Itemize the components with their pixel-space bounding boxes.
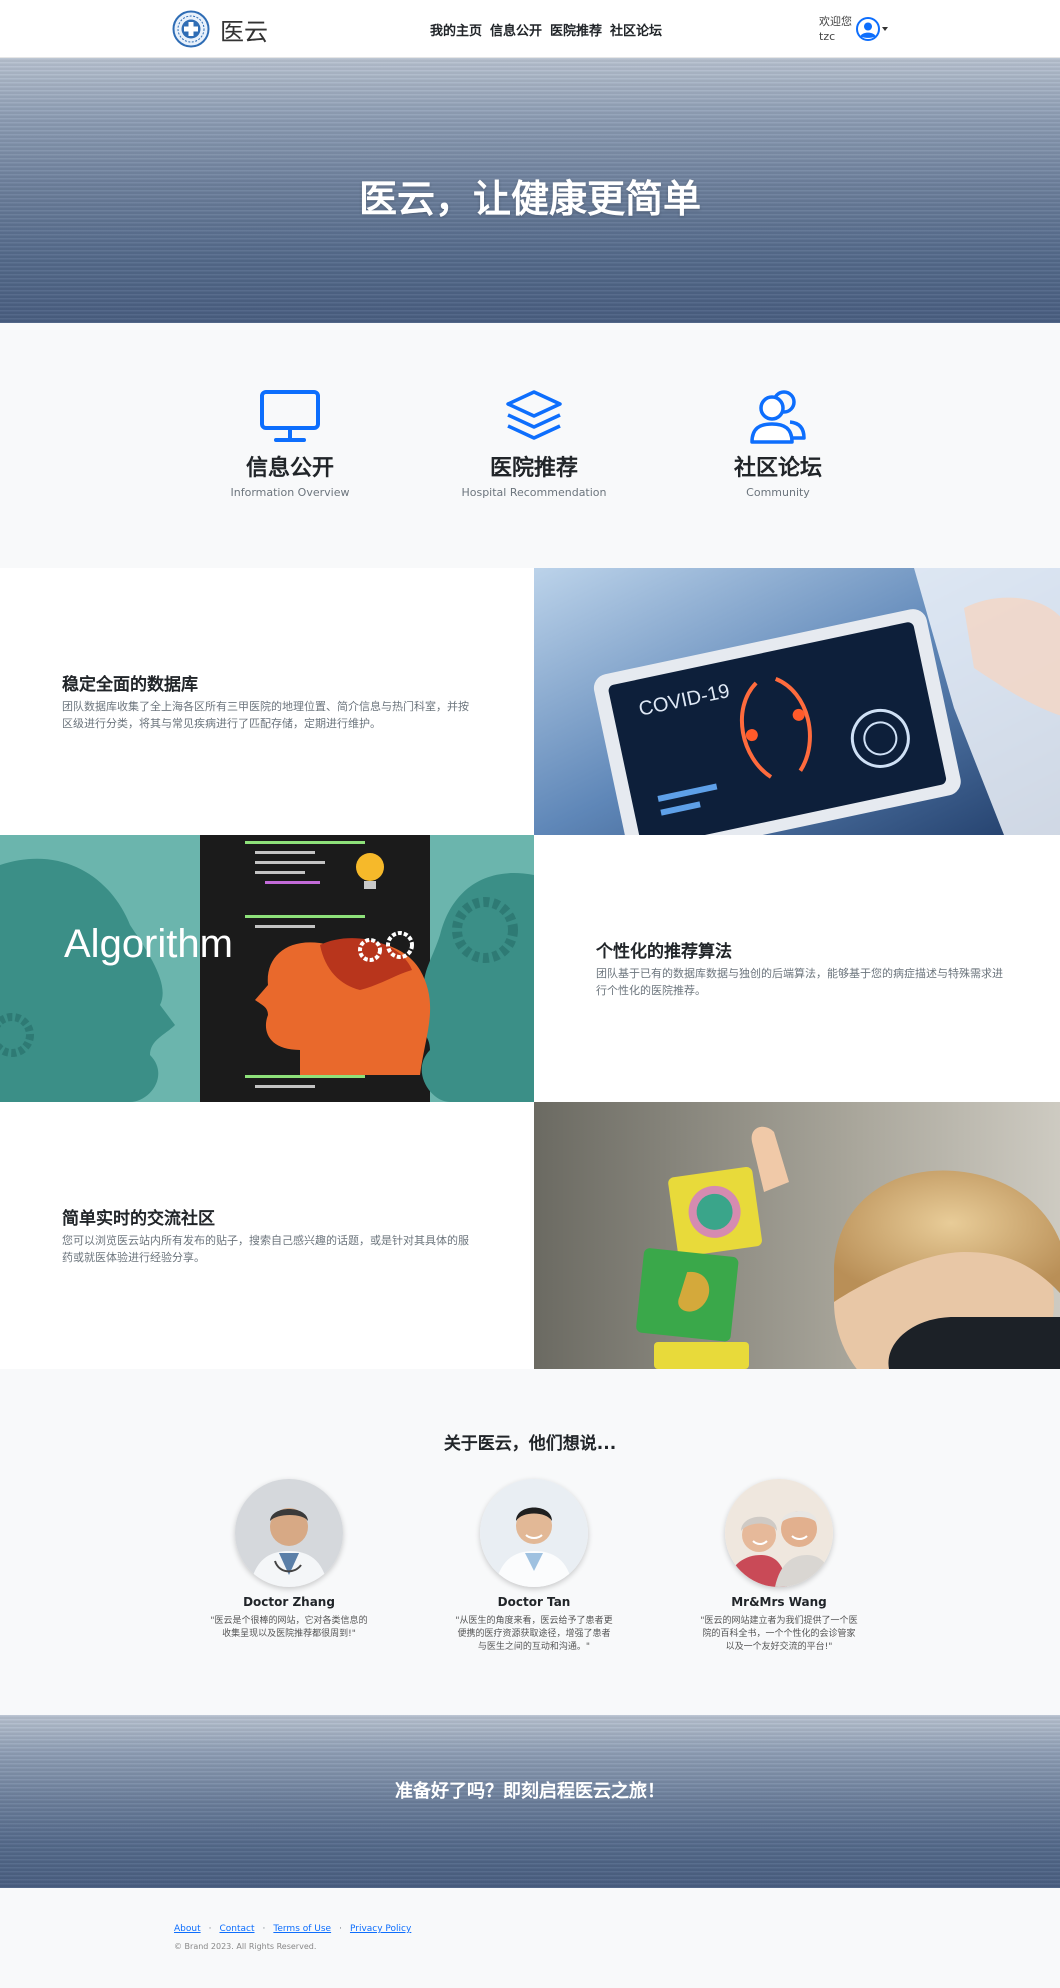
feature-subtitle: Information Overview — [230, 486, 350, 499]
feature-info[interactable]: 信息公开 Information Overview — [190, 388, 390, 499]
showcase-title: 个性化的推荐算法 — [596, 942, 732, 962]
hero-title: 医云，让健康更简单 — [358, 177, 701, 221]
copyright: © Brand 2023. All Rights Reserved. — [174, 1942, 317, 1951]
testimonials-title: 关于医云，他们想说... — [443, 1434, 617, 1454]
showcase-description: 团队数据库收集了全上海各区所有三甲医院的地理位置、简介信息与热门科室，并按区级进… — [62, 700, 469, 730]
feature-title: 医院推荐 — [489, 456, 578, 481]
person-quote: "医云是个很棒的网站，它对各类信息的收集呈现以及医院推荐都很周到!" — [210, 1616, 368, 1639]
welcome-text: 欢迎您 tzc — [819, 14, 852, 44]
layers-icon — [506, 390, 562, 440]
showcase-database: 稳定全面的数据库 团队数据库收集了全上海各区所有三甲医院的地理位置、简介信息与热… — [0, 568, 534, 835]
feature-title: 信息公开 — [245, 456, 334, 481]
features-section: 信息公开 Information Overview 医院推荐 Hospital … — [0, 323, 1060, 568]
medical-logo-icon — [172, 10, 210, 48]
chevron-down-icon — [882, 27, 888, 31]
nav-hospital[interactable]: 医院推荐 — [550, 20, 602, 39]
showcase-description: 团队基于已有的数据库数据与独创的后端算法，能够基于您的病症描述与特殊需求进行个性… — [596, 967, 1003, 997]
separator: · — [339, 1924, 342, 1934]
person-name: Doctor Zhang — [243, 1595, 335, 1609]
footer-link-about[interactable]: About — [174, 1924, 201, 1934]
tablet-image: COVID-19 — [534, 568, 1060, 835]
main-nav: 我的主页 信息公开 医院推荐 社区论坛 — [430, 20, 662, 39]
feature-title: 社区论坛 — [733, 456, 822, 481]
testimonials-section: 关于医云，他们想说... Doctor Zhang "医云是个很棒的网站，它对各… — [0, 1369, 1060, 1715]
welcome-label: 欢迎您 — [819, 15, 852, 28]
user-menu-toggle[interactable] — [856, 17, 888, 41]
person-quote: "从医生的角度来看，医云给予了患者更便携的医疗资源获取途径，增强了患者与医生之间… — [455, 1616, 613, 1652]
monitor-icon — [260, 390, 320, 442]
feature-forum[interactable]: 社区论坛 Community — [678, 388, 878, 499]
footer: About · Contact · Terms of Use · Privacy… — [0, 1888, 1060, 1988]
nav-home[interactable]: 我的主页 — [430, 20, 482, 39]
testimonial-card: Doctor Tan "从医生的角度来看，医云给予了患者更便携的医疗资源获取途径… — [449, 1479, 619, 1654]
feature-hospital[interactable]: 医院推荐 Hospital Recommendation — [434, 388, 634, 499]
navbar: 医云 我的主页 信息公开 医院推荐 社区论坛 欢迎您 tzc — [0, 0, 1060, 58]
testimonial-card: Mr&Mrs Wang "医云的网站建立者为我们提供了一个医院的百科全书，一个个… — [694, 1479, 864, 1654]
person-name: Doctor Tan — [497, 1595, 571, 1609]
footer-link-terms[interactable]: Terms of Use — [273, 1924, 331, 1934]
algorithm-image-text: Algorithm — [64, 922, 233, 966]
feature-subtitle: Hospital Recommendation — [461, 486, 607, 499]
username: tzc — [819, 30, 836, 43]
showcase-title: 稳定全面的数据库 — [62, 675, 198, 695]
brand[interactable]: 医云 — [172, 10, 268, 48]
nav-forum[interactable]: 社区论坛 — [610, 20, 662, 39]
cta-banner: 准备好了吗？即刻启程医云之旅！ — [0, 1715, 1060, 1888]
feature-subtitle: Community — [746, 486, 810, 499]
hero-banner: 医云，让健康更简单 — [0, 58, 1060, 323]
wang-couple-avatar — [725, 1479, 833, 1587]
separator: · — [208, 1924, 212, 1934]
footer-links: About · Contact · Terms of Use · Privacy… — [174, 1924, 411, 1934]
footer-link-contact[interactable]: Contact — [219, 1924, 254, 1934]
algorithm-image: Algorithm — [0, 835, 534, 1102]
footer-link-privacy[interactable]: Privacy Policy — [350, 1924, 411, 1934]
showcase-title: 简单实时的交流社区 — [62, 1209, 215, 1229]
showcase-community: 简单实时的交流社区 您可以浏览医云站内所有发布的贴子，搜索自己感兴趣的话题，或是… — [0, 1102, 534, 1369]
user-avatar-icon — [856, 17, 880, 41]
doctor-zhang-avatar — [235, 1479, 343, 1587]
nav-info[interactable]: 信息公开 — [490, 20, 542, 39]
child-blocks-image — [534, 1102, 1060, 1369]
doctor-tan-avatar — [480, 1479, 588, 1587]
showcase-description: 您可以浏览医云站内所有发布的贴子，搜索自己感兴趣的话题，或是针对其具体的服药或就… — [62, 1234, 469, 1264]
people-icon — [750, 390, 806, 444]
separator: · — [262, 1924, 266, 1934]
person-quote: "医云的网站建立者为我们提供了一个医院的百科全书，一个个性化的会诊管家以及一个友… — [700, 1616, 858, 1652]
testimonial-card: Doctor Zhang "医云是个很棒的网站，它对各类信息的收集呈现以及医院推… — [204, 1479, 374, 1641]
cta-title: 准备好了吗？即刻启程医云之旅！ — [395, 1781, 665, 1802]
person-name: Mr&Mrs Wang — [731, 1595, 827, 1609]
brand-name: 医云 — [220, 17, 268, 46]
showcase-algorithm: 个性化的推荐算法 团队基于已有的数据库数据与独创的后端算法，能够基于您的病症描述… — [534, 835, 1060, 1102]
